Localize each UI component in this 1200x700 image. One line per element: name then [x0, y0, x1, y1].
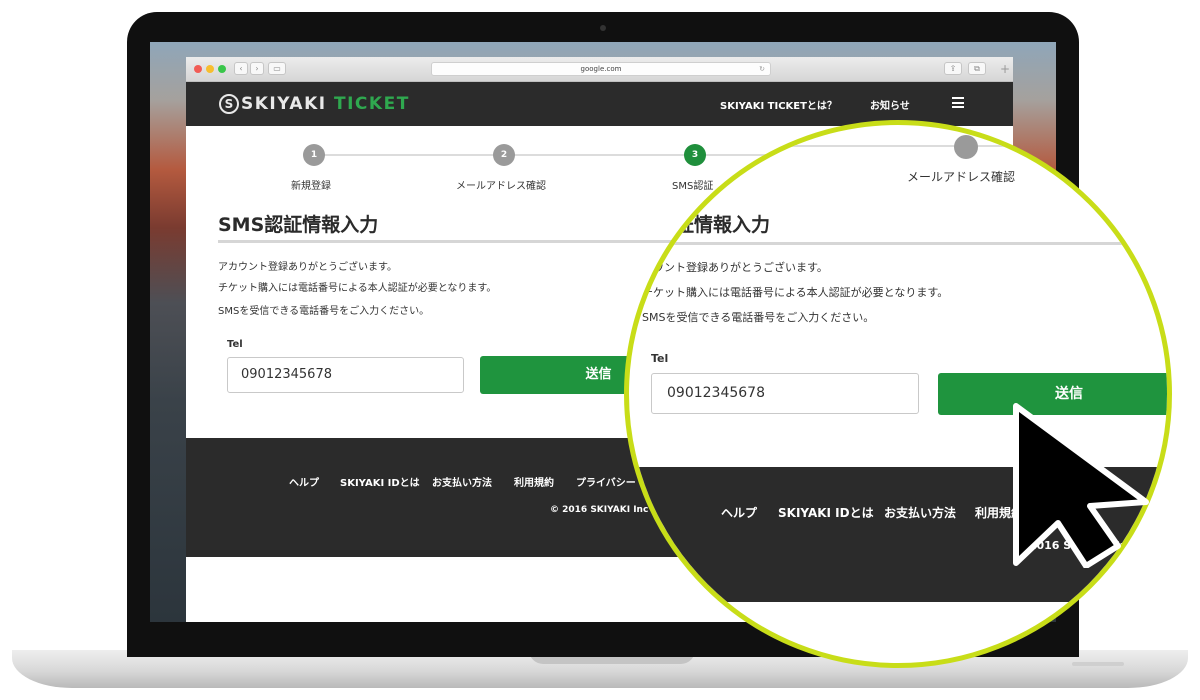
tel-input[interactable]: 09012345678 — [227, 357, 464, 393]
footer-link-skiyaki-id[interactable]: SKIYAKI IDとは — [340, 474, 420, 489]
header-link-about[interactable]: SKIYAKI TICKETとは？ — [720, 97, 837, 112]
step-1-circle: 1 — [303, 144, 325, 166]
logo-icon: S — [219, 94, 239, 114]
magnified-footer-link-payment[interactable]: お支払い方法 — [884, 504, 956, 521]
footer-link-terms[interactable]: 利用規約 — [514, 474, 554, 489]
magnified-step-circle — [954, 135, 978, 159]
magnifier-circle: メールアドレス確認 認証情報入力 カウント登録ありがとうございます。 チケット購… — [624, 120, 1172, 668]
hamburger-icon[interactable] — [952, 97, 964, 108]
magnified-description-line-1: カウント登録ありがとうございます。 — [642, 261, 828, 274]
description-line-2: チケット購入には電話番号による本人認証が必要となります。 — [218, 283, 497, 294]
footer-link-help[interactable]: ヘルプ — [289, 474, 319, 489]
share-icon[interactable]: ⇪ — [944, 62, 962, 75]
step-1-label: 新規登録 — [291, 181, 331, 192]
magnified-tel-label: Tel — [651, 352, 669, 365]
step-3-circle: 3 — [684, 144, 706, 166]
footer-link-privacy[interactable]: プライバシー — [576, 474, 636, 489]
sidebar-icon[interactable]: ▭ — [268, 62, 286, 75]
magnified-page-title: 認証情報入力 — [656, 214, 771, 236]
description-line-3: SMSを受信できる電話番号をご入力ください。 — [218, 306, 430, 317]
magnified-steps-line — [629, 145, 1167, 147]
step-2-label: メールアドレス確認 — [456, 181, 546, 192]
magnified-step-label: メールアドレス確認 — [907, 170, 1016, 184]
camera-icon — [600, 25, 606, 31]
forward-icon[interactable]: › — [250, 62, 264, 75]
site-logo[interactable]: S SKIYAKI TICKET — [219, 94, 410, 114]
page-title: SMS認証情報入力 — [218, 214, 379, 236]
reload-icon[interactable]: ↻ — [759, 63, 765, 75]
header-link-news[interactable]: お知らせ — [870, 97, 910, 112]
magnified-title-divider — [629, 242, 1167, 245]
description-line-1: アカウント登録ありがとうございます。 — [218, 262, 397, 273]
magnified-tel-input[interactable]: 09012345678 — [651, 373, 919, 414]
browser-toolbar: ‹ › ▭ google.com ↻ ⇪ ⧉ + — [186, 57, 1013, 82]
footer-link-payment[interactable]: お支払い方法 — [432, 474, 492, 489]
mouse-pointer-icon — [1013, 403, 1149, 568]
magnified-footer-link-skiyaki-id[interactable]: SKIYAKI IDとは — [778, 504, 874, 521]
magnified-description-line-3: SMSを受信できる電話番号をご入力ください。 — [642, 311, 875, 324]
magnified-description-line-2: チケット購入には電話番号による本人認証が必要となります。 — [642, 286, 949, 299]
new-tab-icon[interactable]: + — [1000, 62, 1010, 76]
minimize-window-icon[interactable] — [206, 65, 214, 73]
logo-text: SKIYAKI TICKET — [241, 94, 410, 114]
stage: ‹ › ▭ google.com ↻ ⇪ ⧉ + S SKIYAKI TICKE… — [0, 0, 1200, 700]
step-2-circle: 2 — [493, 144, 515, 166]
magnified-footer-link-help[interactable]: ヘルプ — [721, 504, 757, 521]
tabs-icon[interactable]: ⧉ — [968, 62, 986, 75]
laptop-indicator — [1072, 662, 1124, 666]
maximize-window-icon[interactable] — [218, 65, 226, 73]
tel-label: Tel — [227, 339, 243, 350]
step-3-label: SMS認証 — [672, 181, 714, 192]
address-bar[interactable]: google.com ↻ — [431, 62, 771, 76]
back-icon[interactable]: ‹ — [234, 62, 248, 75]
url-text: google.com — [580, 65, 622, 73]
close-window-icon[interactable] — [194, 65, 202, 73]
